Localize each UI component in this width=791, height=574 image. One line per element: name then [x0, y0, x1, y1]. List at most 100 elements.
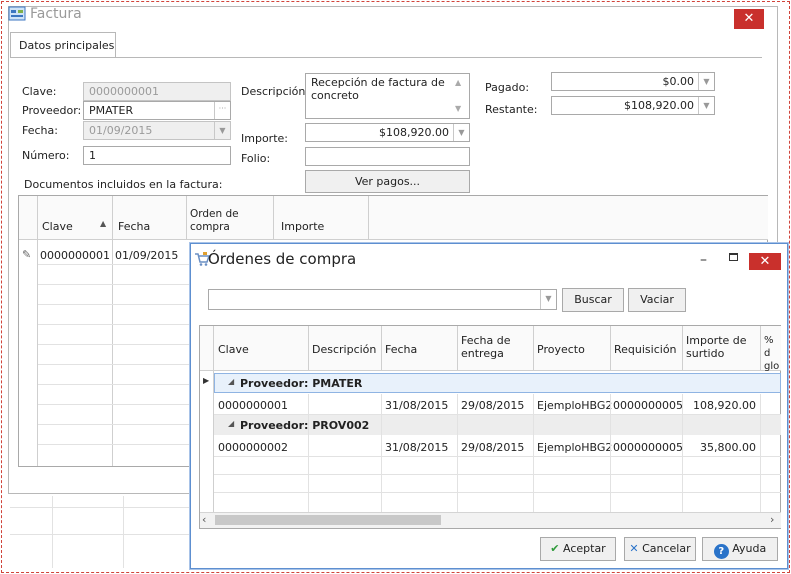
current-row-indicator-icon: ▶	[203, 376, 210, 385]
tab-divider	[10, 57, 762, 58]
group-collapse-icon[interactable]: ◢	[228, 419, 234, 428]
descripcion-scroll-up-icon[interactable]: ▲	[455, 78, 461, 87]
ordenes-col-sep	[610, 326, 611, 371]
order-col-line	[610, 394, 611, 512]
grid-row-line	[38, 284, 190, 285]
ayuda-button[interactable]: ? Ayuda	[702, 537, 778, 561]
order-row-2-importe[interactable]: 35,800.00	[684, 441, 756, 454]
order-row-1-entrega[interactable]: 29/08/2015	[461, 399, 524, 412]
scrollbar-thumb[interactable]	[215, 515, 441, 525]
order-row-line	[214, 456, 781, 457]
cancel-x-icon: ✕	[629, 542, 639, 555]
background-grid-line	[10, 534, 190, 535]
factura-window-title: Factura	[30, 6, 82, 22]
grid-row-clave[interactable]: 0000000001	[40, 249, 110, 262]
factura-close-button[interactable]: ✕	[734, 9, 764, 29]
group-label-pmater: Proveedor: PMATER	[240, 377, 363, 390]
order-row-1-clave[interactable]: 0000000001	[218, 399, 288, 412]
scroll-left-icon[interactable]: ‹	[202, 513, 206, 526]
ordenes-header-fecha-entrega[interactable]: Fecha de entrega	[461, 334, 529, 360]
search-dropdown-icon[interactable]: ▼	[540, 290, 556, 309]
grid-row-line	[38, 344, 190, 345]
fecha-dropdown-icon[interactable]: ▼	[214, 122, 230, 139]
proveedor-value: PMATER	[89, 104, 134, 117]
grid-header-fecha[interactable]: Fecha	[118, 220, 150, 233]
order-row-1-requisicion[interactable]: 0000000005	[613, 399, 683, 412]
grid-col-sep	[186, 196, 187, 240]
order-col-line	[682, 394, 683, 512]
grid-header-importe[interactable]: Importe	[281, 220, 324, 233]
scroll-right-icon[interactable]: ›	[770, 513, 774, 526]
restante-dropdown-icon[interactable]: ▼	[698, 97, 714, 114]
ordenes-close-button[interactable]: ✕	[749, 253, 781, 270]
aceptar-button[interactable]: ✔ Aceptar	[540, 537, 616, 561]
sort-asc-icon: ▲	[100, 219, 107, 228]
factura-window-icon	[8, 6, 26, 21]
numero-field[interactable]: 1	[83, 146, 231, 165]
grid-row-line	[38, 404, 190, 405]
ordenes-header-proyecto[interactable]: Proyecto	[537, 343, 585, 356]
importe-field[interactable]: $108,920.00	[305, 123, 470, 142]
proveedor-ellipsis-button[interactable]: ···	[214, 102, 230, 119]
ordenes-header-importe-surtido[interactable]: Importe de surtido	[686, 334, 756, 360]
ordenes-col-sep	[533, 326, 534, 371]
order-row-2-clave[interactable]: 0000000002	[218, 441, 288, 454]
buscar-button[interactable]: Buscar	[562, 288, 624, 312]
background-grid-line	[123, 496, 124, 568]
documentos-grid-header	[19, 196, 768, 240]
ver-pagos-button[interactable]: Ver pagos...	[305, 170, 470, 193]
fecha-value: 01/09/2015	[89, 124, 153, 137]
order-row-1-fecha[interactable]: 31/08/2015	[385, 399, 448, 412]
order-row-2-entrega[interactable]: 29/08/2015	[461, 441, 524, 454]
order-row-2-fecha[interactable]: 31/08/2015	[385, 441, 448, 454]
grid-header-orden[interactable]: Orden de compra	[190, 208, 260, 234]
pagado-dropdown-icon[interactable]: ▼	[698, 73, 714, 90]
importe-label: Importe:	[241, 132, 288, 145]
order-row-2-proyecto[interactable]: EjemploHBG2	[537, 441, 612, 454]
order-row-2-requisicion[interactable]: 0000000005	[613, 441, 683, 454]
ordenes-header-fecha[interactable]: Fecha	[385, 343, 417, 356]
ordenes-header-clave[interactable]: Clave	[218, 343, 249, 356]
grid-header-clave[interactable]: Clave	[42, 220, 73, 233]
grid-col-sep	[273, 196, 274, 240]
proveedor-field[interactable]: PMATER	[83, 101, 231, 120]
minimize-button[interactable]: –	[700, 252, 707, 268]
order-row-1-proyecto[interactable]: EjemploHBG2	[537, 399, 612, 412]
ordenes-col-sep	[760, 326, 761, 371]
background-grid-line	[52, 496, 53, 568]
cancelar-label: Cancelar	[642, 542, 691, 555]
ordenes-dialog-title: Órdenes de compra	[208, 250, 357, 268]
ordenes-header-requisicion[interactable]: Requisición	[614, 343, 677, 356]
vaciar-button[interactable]: Vaciar	[628, 288, 686, 312]
documentos-label: Documentos incluidos en la factura:	[24, 178, 223, 191]
clave-field[interactable]: 0000000001	[83, 82, 231, 101]
cancelar-button[interactable]: ✕ Cancelar	[624, 537, 696, 561]
order-row-line	[214, 414, 781, 415]
fecha-field[interactable]: 01/09/2015	[83, 121, 231, 140]
ordenes-header-porcentaje[interactable]: % d glob	[764, 334, 780, 373]
ayuda-label: Ayuda	[732, 542, 767, 555]
ordenes-col-sep	[457, 326, 458, 371]
ordenes-col-sep	[682, 326, 683, 371]
restante-field[interactable]: $108,920.00	[551, 96, 715, 115]
ordenes-header-descripcion[interactable]: Descripción	[312, 343, 376, 356]
pagado-field[interactable]: $0.00	[551, 72, 715, 91]
order-col-line	[760, 394, 761, 512]
ordenes-col-sep	[381, 326, 382, 371]
order-row-1-importe[interactable]: 108,920.00	[684, 399, 756, 412]
descripcion-field[interactable]: Recepción de factura de concreto	[305, 73, 470, 119]
grid-row-line	[38, 444, 190, 445]
group-collapse-icon[interactable]: ◢	[228, 377, 234, 386]
ordenes-search-input[interactable]	[208, 289, 557, 310]
aceptar-label: Aceptar	[563, 542, 606, 555]
tab-datos-principales[interactable]: Datos principales	[10, 32, 116, 58]
descripcion-label: Descripción:	[241, 85, 310, 98]
fecha-label: Fecha:	[22, 124, 58, 137]
grid-row-fecha[interactable]: 01/09/2015	[115, 249, 178, 262]
folio-field[interactable]	[305, 147, 470, 166]
numero-label: Número:	[22, 149, 70, 162]
grid-row-line	[38, 424, 190, 425]
descripcion-scroll-down-icon[interactable]: ▼	[455, 104, 461, 113]
maximize-button[interactable]	[729, 253, 738, 261]
importe-dropdown-icon[interactable]: ▼	[453, 124, 469, 141]
